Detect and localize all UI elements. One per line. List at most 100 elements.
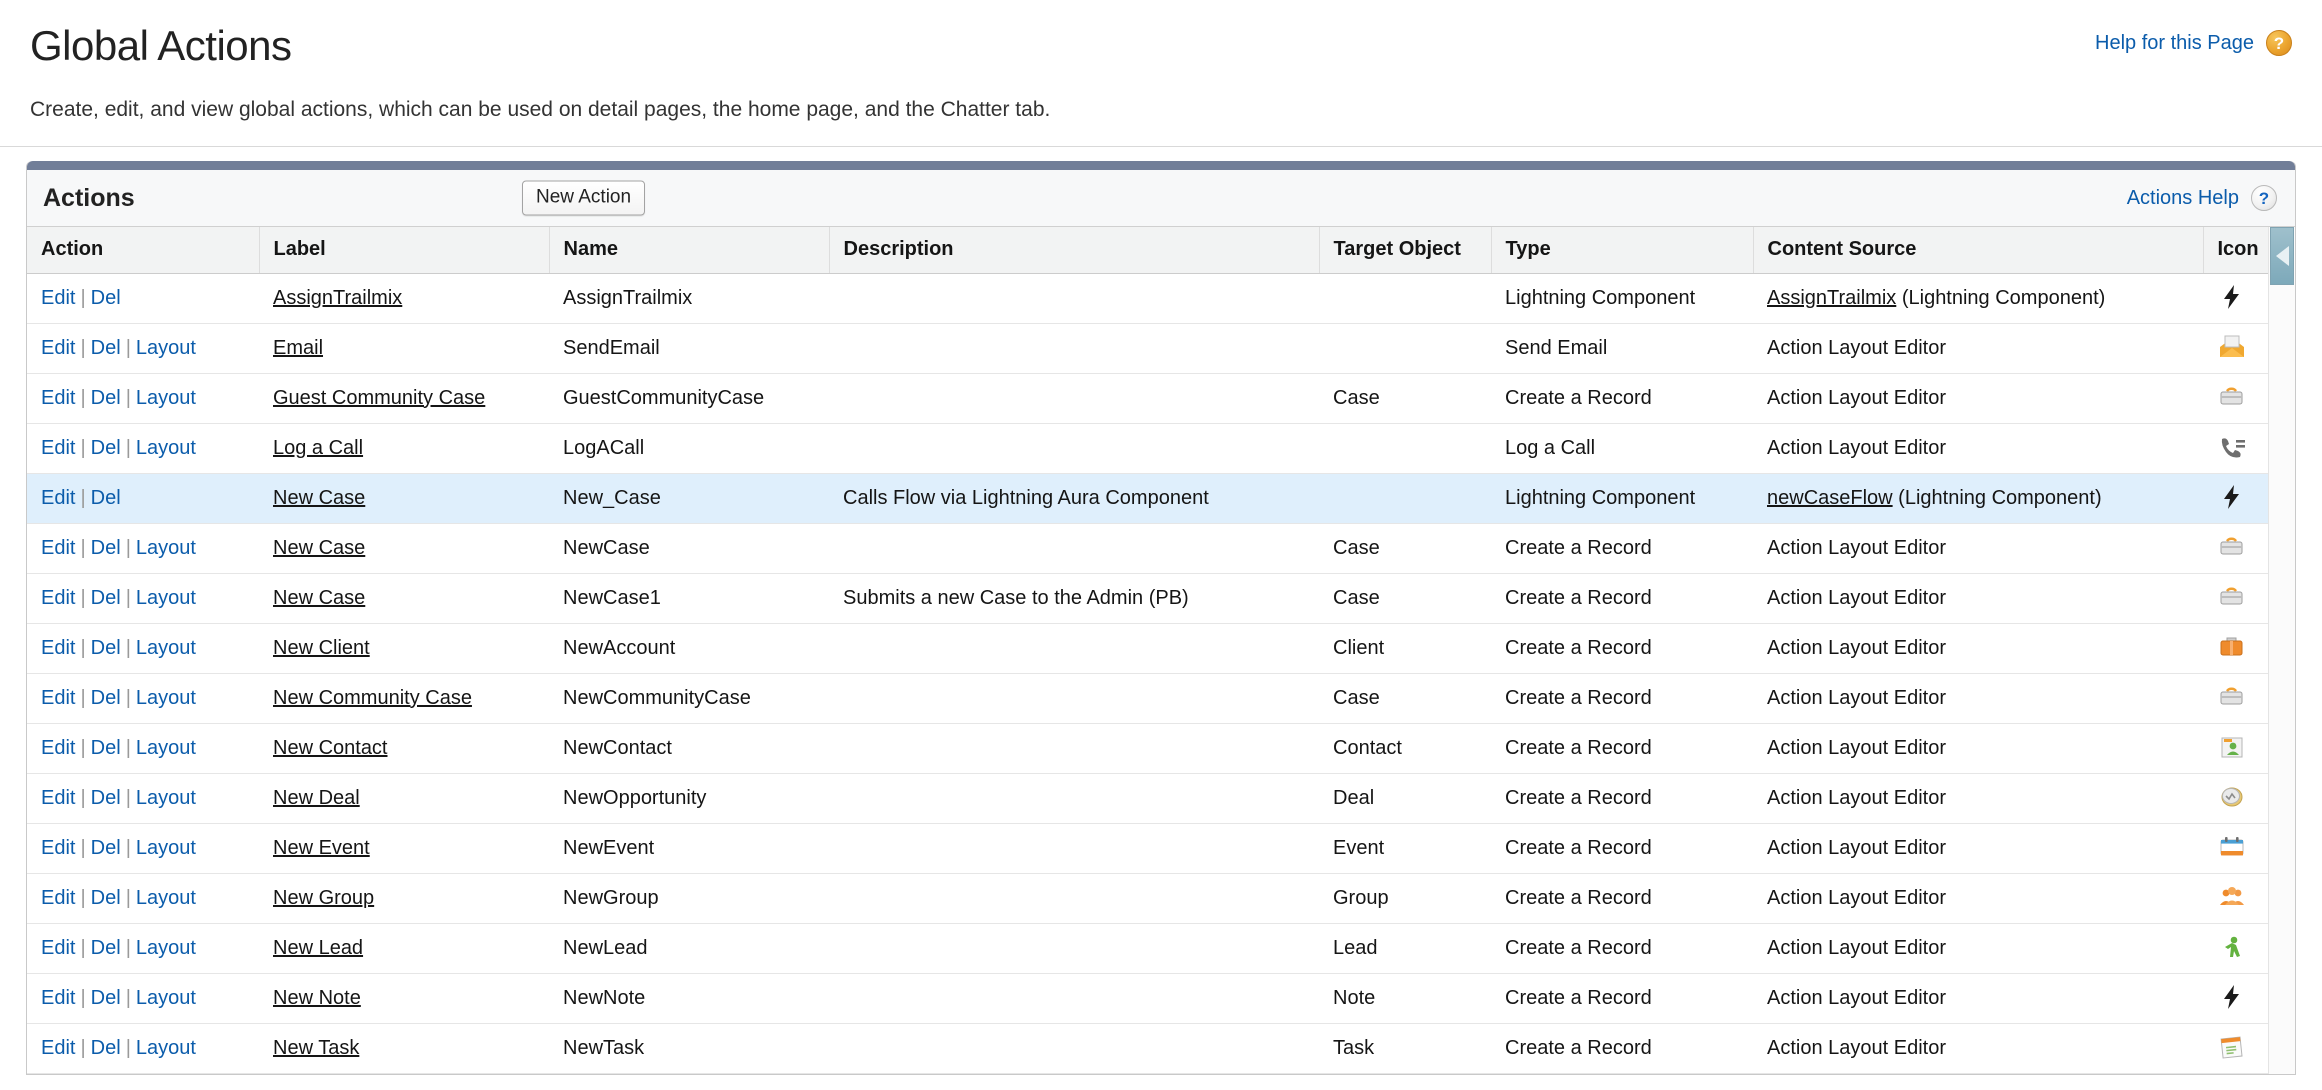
del-link[interactable]: Del [91, 537, 121, 559]
row-target-object-cell: Deal [1319, 773, 1491, 825]
edit-link[interactable]: Edit [41, 537, 75, 559]
layout-link[interactable]: Layout [136, 1037, 196, 1059]
edit-link[interactable]: Edit [41, 487, 75, 509]
edit-link[interactable]: Edit [41, 387, 75, 409]
row-name-cell: NewCommunityCase [549, 673, 829, 725]
layout-link[interactable]: Layout [136, 687, 196, 709]
layout-link[interactable]: Layout [136, 737, 196, 759]
opportunity-coin-icon [2217, 783, 2251, 813]
row-target-object-cell: Group [1319, 873, 1491, 925]
layout-link[interactable]: Layout [136, 887, 196, 909]
layout-link[interactable]: Layout [136, 537, 196, 559]
table-header-row: Action Label Name Description Target Object T… [27, 227, 2295, 275]
del-link[interactable]: Del [91, 337, 121, 359]
open-envelope-icon [2217, 333, 2251, 363]
row-content-source-cell: Action Layout Editor [1753, 923, 2203, 975]
action-label-link[interactable]: New Case [273, 587, 365, 609]
table-row: Edit | Del | Layout New Task NewTask Task Create… [27, 1023, 2295, 1075]
action-link-separator: | [80, 536, 86, 559]
page-header: Global Actions Create, edit, and view gl… [0, 0, 2322, 122]
row-label-cell: Guest Community Case [259, 373, 549, 425]
column-header-label: Label [259, 227, 550, 275]
case-briefcase-gray-icon [2217, 583, 2251, 613]
layout-link[interactable]: Layout [136, 587, 196, 609]
question-mark-orange-icon[interactable]: ? [2266, 30, 2292, 56]
layout-link[interactable]: Layout [136, 837, 196, 859]
action-label-link[interactable]: New Lead [273, 937, 363, 959]
actions-help-link[interactable]: Actions Help ? [2127, 185, 2277, 212]
edit-link[interactable]: Edit [41, 1037, 75, 1059]
content-source-link[interactable]: AssignTrailmix [1767, 287, 1896, 309]
del-link[interactable]: Del [91, 887, 121, 909]
vertical-scrollbar[interactable] [2268, 227, 2295, 1075]
action-label-link[interactable]: New Task [273, 1037, 359, 1059]
page-title: Global Actions [30, 22, 292, 69]
del-link[interactable]: Del [91, 637, 121, 659]
edit-link[interactable]: Edit [41, 787, 75, 809]
del-link[interactable]: Del [91, 787, 121, 809]
edit-link[interactable]: Edit [41, 887, 75, 909]
layout-link[interactable]: Layout [136, 387, 196, 409]
row-content-source-cell: Action Layout Editor [1753, 323, 2203, 375]
edit-link[interactable]: Edit [41, 587, 75, 609]
row-type-cell: Create a Record [1491, 823, 1753, 875]
new-action-button[interactable]: New Action [522, 180, 646, 216]
del-link[interactable]: Del [91, 1037, 121, 1059]
edit-link[interactable]: Edit [41, 937, 75, 959]
question-mark-gray-icon[interactable]: ? [2251, 185, 2277, 212]
action-label-link[interactable]: New Contact [273, 737, 388, 759]
action-label-link[interactable]: Guest Community Case [273, 387, 485, 409]
edit-link[interactable]: Edit [41, 337, 75, 359]
action-label-link[interactable]: New Case [273, 487, 365, 509]
row-target-object-cell: Event [1319, 823, 1491, 875]
action-link-separator: | [125, 886, 131, 909]
del-link[interactable]: Del [91, 387, 121, 409]
layout-link[interactable]: Layout [136, 987, 196, 1009]
action-link-separator: | [80, 336, 86, 359]
edit-link[interactable]: Edit [41, 687, 75, 709]
row-label-cell: New Note [259, 973, 549, 1025]
action-label-link[interactable]: New Deal [273, 787, 360, 809]
layout-link[interactable]: Layout [136, 437, 196, 459]
row-label-cell: Log a Call [259, 423, 549, 475]
action-label-link[interactable]: New Note [273, 987, 361, 1009]
edit-link[interactable]: Edit [41, 987, 75, 1009]
action-label-link[interactable]: New Group [273, 887, 374, 909]
del-link[interactable]: Del [91, 437, 121, 459]
action-label-link[interactable]: AssignTrailmix [273, 287, 402, 309]
edit-link[interactable]: Edit [41, 287, 75, 309]
layout-link[interactable]: Layout [136, 637, 196, 659]
action-label-link[interactable]: New Case [273, 537, 365, 559]
del-link[interactable]: Del [91, 587, 121, 609]
table-row: Edit | Del | Layout New Case NewCase1 Submits a… [27, 573, 2295, 625]
content-source-text: Action Layout Editor [1767, 786, 1946, 809]
account-briefcase-orange-icon [2217, 633, 2251, 663]
scrollbar-thumb[interactable] [2270, 227, 2294, 286]
del-link[interactable]: Del [91, 837, 121, 859]
action-link-separator: | [80, 986, 86, 1009]
edit-link[interactable]: Edit [41, 737, 75, 759]
help-for-this-page-link[interactable]: Help for this Page ? [2095, 30, 2292, 56]
del-link[interactable]: Del [91, 287, 121, 309]
action-label-link[interactable]: New Event [273, 837, 370, 859]
layout-link[interactable]: Layout [136, 337, 196, 359]
action-link-separator: | [125, 686, 131, 709]
layout-link[interactable]: Layout [136, 787, 196, 809]
edit-link[interactable]: Edit [41, 637, 75, 659]
action-link-separator: | [80, 286, 86, 309]
del-link[interactable]: Del [91, 487, 121, 509]
del-link[interactable]: Del [91, 687, 121, 709]
action-label-link[interactable]: New Client [273, 637, 370, 659]
action-label-link[interactable]: Log a Call [273, 437, 363, 459]
del-link[interactable]: Del [91, 737, 121, 759]
layout-link[interactable]: Layout [136, 937, 196, 959]
edit-link[interactable]: Edit [41, 437, 75, 459]
table-row: Edit | Del | Layout New Community Case NewComm… [27, 673, 2295, 725]
edit-link[interactable]: Edit [41, 837, 75, 859]
del-link[interactable]: Del [91, 987, 121, 1009]
action-label-link[interactable]: Email [273, 337, 323, 359]
del-link[interactable]: Del [91, 937, 121, 959]
content-source-link[interactable]: newCaseFlow [1767, 487, 1893, 509]
action-label-link[interactable]: New Community Case [273, 687, 472, 709]
row-target-object-cell: Case [1319, 373, 1491, 425]
